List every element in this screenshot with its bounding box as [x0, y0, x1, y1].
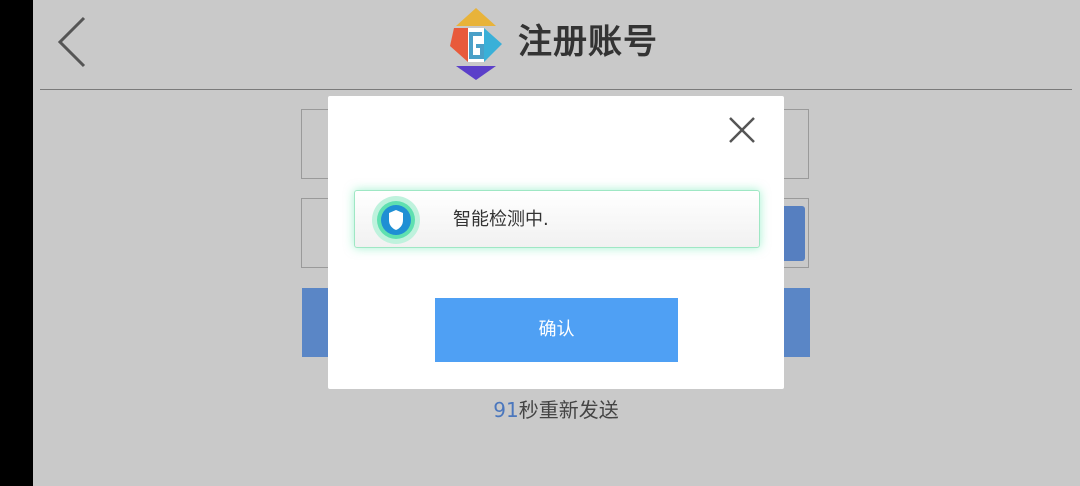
- register-screen: 注册账号 91秒重新发送 智能检测中. 确认: [0, 0, 1080, 486]
- header-divider: [40, 89, 1072, 90]
- resend-countdown: 91秒重新发送: [0, 396, 1080, 424]
- detection-status-box: 智能检测中.: [354, 190, 760, 248]
- chevron-left-icon: [57, 16, 86, 68]
- resend-label: 秒重新发送: [518, 398, 619, 422]
- countdown-seconds: 91: [493, 398, 519, 422]
- back-button[interactable]: [52, 12, 96, 72]
- page-title: 注册账号: [518, 22, 658, 62]
- detection-dialog: 智能检测中. 确认: [328, 96, 784, 389]
- close-button[interactable]: [726, 114, 758, 146]
- confirm-button[interactable]: 确认: [435, 298, 678, 362]
- detection-status-text: 智能检测中.: [453, 209, 549, 230]
- close-icon: [729, 117, 755, 143]
- shield-icon: [372, 196, 420, 244]
- app-logo-icon: [448, 8, 504, 80]
